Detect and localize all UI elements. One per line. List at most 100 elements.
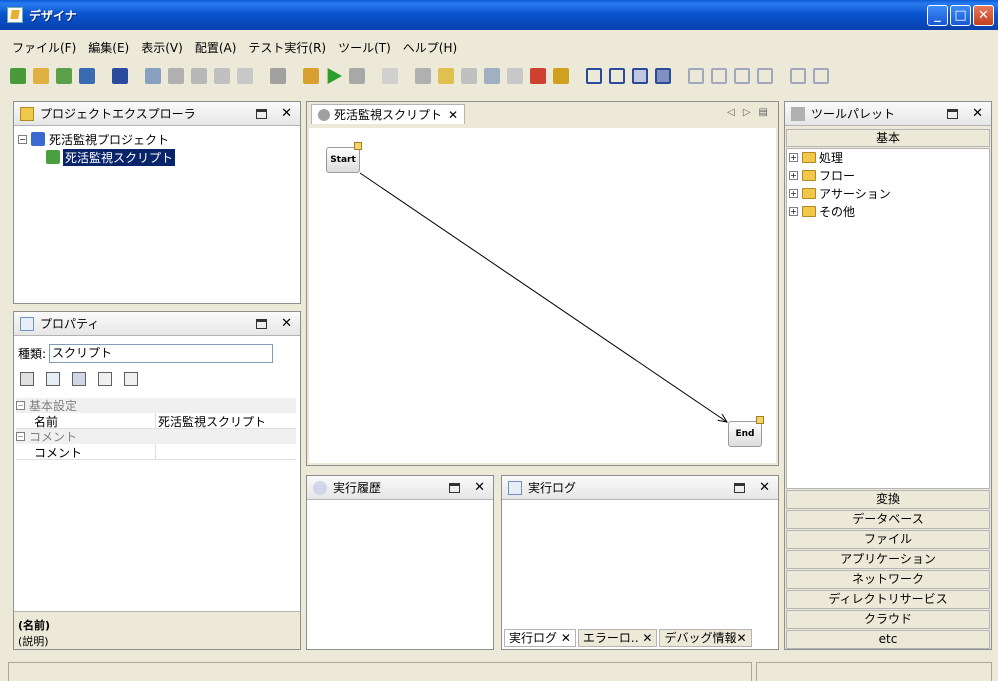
- menu-tools[interactable]: ツール(T): [334, 39, 399, 56]
- menu-test-run[interactable]: テスト実行(R): [244, 39, 334, 56]
- sort-alpha-icon[interactable]: [46, 372, 60, 386]
- exec-history-header[interactable]: 実行履歴 ✕: [307, 476, 493, 500]
- menu-edit[interactable]: 編集(E): [84, 39, 137, 56]
- export-icon[interactable]: [79, 68, 95, 84]
- palette-category-convert[interactable]: 変換: [786, 490, 990, 509]
- palette-folder-other[interactable]: + その他: [789, 202, 891, 220]
- category-comment[interactable]: − コメント: [16, 429, 296, 444]
- collapse-icon[interactable]: −: [16, 401, 25, 410]
- close-tab-icon[interactable]: ✕: [642, 631, 652, 645]
- close-panel-icon[interactable]: ✕: [281, 106, 292, 121]
- property-row-name[interactable]: 名前 死活監視スクリプト: [16, 413, 296, 429]
- title-bar[interactable]: デザイナ _ □ ✕: [0, 0, 998, 30]
- close-window-button[interactable]: ✕: [973, 5, 994, 26]
- paste-icon[interactable]: [237, 68, 253, 84]
- open-icon[interactable]: [33, 68, 49, 84]
- distribute-h-icon[interactable]: [688, 68, 704, 84]
- tool-palette-header[interactable]: ツールパレット ✕: [785, 102, 991, 126]
- menu-file[interactable]: ファイル(F): [8, 39, 84, 56]
- palette-category-network[interactable]: ネットワーク: [786, 570, 990, 589]
- property-value[interactable]: [156, 444, 158, 459]
- palette-category-database[interactable]: データベース: [786, 510, 990, 529]
- expand-icon[interactable]: +: [789, 152, 798, 162]
- document-icon[interactable]: [461, 68, 477, 84]
- palette-category-directory-service[interactable]: ディレクトリサービス: [786, 590, 990, 609]
- grid-icon[interactable]: [813, 68, 829, 84]
- tree-item-project[interactable]: − 死活監視プロジェクト: [18, 130, 175, 148]
- align-left-icon[interactable]: [586, 68, 602, 84]
- new-project-icon[interactable]: [10, 68, 26, 84]
- tab-error-log[interactable]: エラーロ.. ✕: [577, 629, 658, 647]
- expand-icon[interactable]: +: [789, 170, 798, 180]
- palette-category-file[interactable]: ファイル: [786, 530, 990, 549]
- align-center-icon[interactable]: [609, 68, 625, 84]
- wrench-icon[interactable]: [415, 68, 431, 84]
- property-value[interactable]: 死活監視スクリプト: [156, 413, 266, 429]
- exec-log-header[interactable]: 実行ログ ✕: [502, 476, 778, 500]
- tab-next-icon[interactable]: ▷: [743, 107, 751, 118]
- palette-basic-header[interactable]: 基本: [786, 129, 990, 147]
- tab-list-icon[interactable]: ▤: [759, 107, 768, 118]
- close-tab-icon[interactable]: ✕: [736, 631, 746, 645]
- maximize-icon[interactable]: [256, 318, 268, 329]
- menu-arrange[interactable]: 配置(A): [191, 39, 245, 56]
- save-icon[interactable]: [112, 68, 128, 84]
- list-icon[interactable]: [507, 68, 523, 84]
- collapse-icon[interactable]: −: [16, 432, 25, 441]
- end-node[interactable]: End: [728, 416, 764, 447]
- bug-icon[interactable]: [553, 68, 569, 84]
- run-icon[interactable]: [327, 68, 342, 84]
- flow-connector[interactable]: [359, 172, 727, 422]
- same-height-icon[interactable]: [757, 68, 773, 84]
- minimize-button[interactable]: _: [927, 5, 948, 26]
- copy-icon[interactable]: [214, 68, 230, 84]
- align-top-icon[interactable]: [655, 68, 671, 84]
- expand-icon[interactable]: +: [789, 188, 798, 198]
- import-icon[interactable]: [56, 68, 72, 84]
- error-icon[interactable]: [530, 68, 546, 84]
- close-tab-icon[interactable]: ✕: [561, 631, 571, 645]
- close-panel-icon[interactable]: ✕: [281, 316, 292, 331]
- close-panel-icon[interactable]: ✕: [474, 480, 485, 495]
- menu-view[interactable]: 表示(V): [137, 39, 191, 56]
- distribute-v-icon[interactable]: [711, 68, 727, 84]
- redo-icon[interactable]: [168, 68, 184, 84]
- tab-debug-info[interactable]: デバッグ情報✕: [659, 629, 752, 647]
- maximize-icon[interactable]: [449, 482, 461, 493]
- start-node[interactable]: Start: [326, 142, 362, 173]
- size-icon[interactable]: [790, 68, 806, 84]
- undo-icon[interactable]: [145, 68, 161, 84]
- link-icon[interactable]: [270, 68, 286, 84]
- category-basic[interactable]: − 基本設定: [16, 398, 296, 413]
- tree-item-script[interactable]: 死活監視スクリプト: [18, 148, 176, 166]
- tab-exec-log[interactable]: 実行ログ ✕: [504, 629, 576, 647]
- property-page-icon[interactable]: [72, 372, 86, 386]
- property-row-comment[interactable]: コメント: [16, 444, 296, 460]
- categorized-icon[interactable]: [20, 372, 34, 386]
- palette-category-application[interactable]: アプリケーション: [786, 550, 990, 569]
- palette-category-cloud[interactable]: クラウド: [786, 610, 990, 629]
- expand-icon[interactable]: +: [789, 206, 798, 216]
- properties-header[interactable]: プロパティ ✕: [14, 312, 300, 336]
- palette-folder-flow[interactable]: + フロー: [789, 166, 891, 184]
- maximize-button[interactable]: □: [950, 5, 971, 26]
- close-panel-icon[interactable]: ✕: [972, 106, 983, 121]
- script-canvas[interactable]: Start End: [309, 128, 776, 463]
- palette-category-etc[interactable]: etc: [786, 630, 990, 649]
- menu-help[interactable]: ヘルプ(H): [399, 39, 465, 56]
- keyboard-icon[interactable]: [382, 68, 398, 84]
- cut-icon[interactable]: [191, 68, 207, 84]
- collapse-all-icon[interactable]: [124, 372, 138, 386]
- align-right-icon[interactable]: [632, 68, 648, 84]
- palette-folder-assertion[interactable]: + アサーション: [789, 184, 891, 202]
- collapse-icon[interactable]: −: [18, 134, 27, 144]
- editor-tab[interactable]: 死活監視スクリプト ✕: [311, 104, 466, 124]
- maximize-icon[interactable]: [734, 482, 746, 493]
- tab-prev-icon[interactable]: ◁: [727, 107, 735, 118]
- close-tab-icon[interactable]: ✕: [448, 108, 458, 122]
- maximize-icon[interactable]: [256, 108, 268, 119]
- monitor-icon[interactable]: [484, 68, 500, 84]
- close-panel-icon[interactable]: ✕: [759, 480, 770, 495]
- same-width-icon[interactable]: [734, 68, 750, 84]
- expand-all-icon[interactable]: [98, 372, 112, 386]
